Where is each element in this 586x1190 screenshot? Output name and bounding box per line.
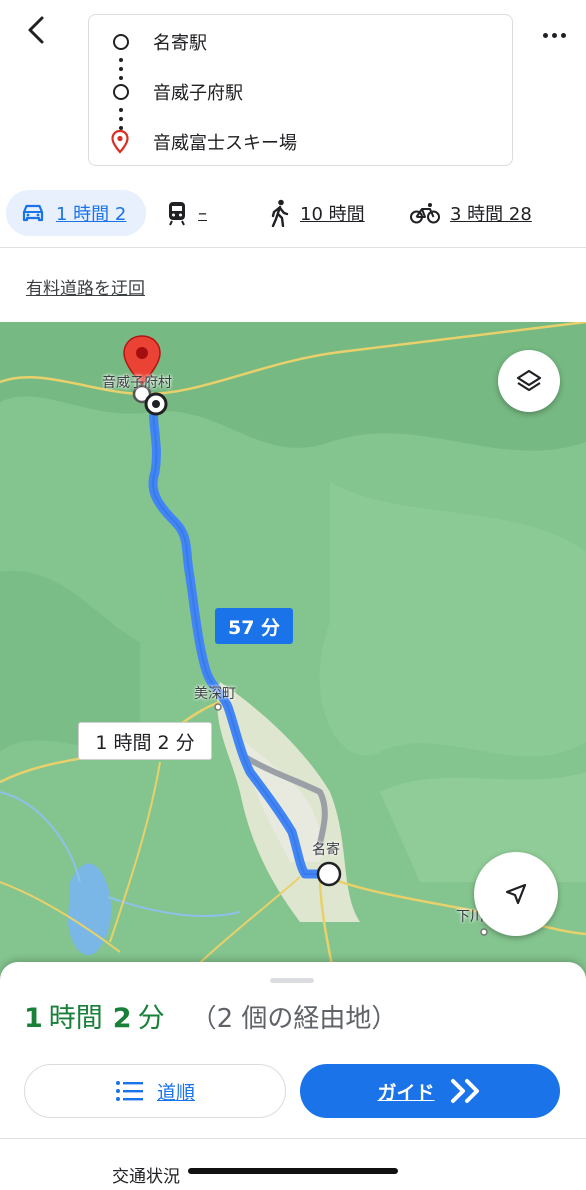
waypoint-stop[interactable]: 音威子府駅	[89, 72, 514, 112]
tab-transit[interactable]: –	[166, 190, 207, 236]
origin-circle-icon	[113, 34, 129, 50]
tab-transit-label: –	[198, 202, 207, 224]
car-icon	[22, 204, 44, 222]
trip-summary: 1 時間 2 分 （2 個の経由地）	[24, 996, 397, 1036]
route-stops-box[interactable]: 名寄駅 音威子府駅 音威富士スキー場	[88, 14, 513, 166]
summary-via-stops: （2 個の経由地）	[190, 1004, 398, 1034]
avoid-tolls-link[interactable]: 有料道路を迂回	[26, 274, 145, 299]
chevron-left-icon	[28, 16, 44, 44]
directions-header: 名寄駅 音威子府駅 音威富士スキー場	[0, 0, 586, 170]
summary-minutes: 2	[112, 1003, 132, 1034]
map-label-bifuka: 美深町	[194, 686, 236, 702]
navigation-button[interactable]	[474, 852, 558, 936]
waypoint-label: 音威子府駅	[153, 83, 243, 104]
train-icon	[169, 202, 185, 226]
route-summary-sheet[interactable]: 1 時間 2 分 （2 個の経由地） 道順 ガイド 交通状況	[0, 962, 586, 1190]
guide-button-label: ガイド	[377, 1081, 435, 1104]
tab-car[interactable]: 1 時間 2	[6, 190, 146, 236]
traffic-label[interactable]: 交通状況	[112, 1162, 180, 1187]
sheet-divider	[0, 1138, 586, 1139]
route-time-primary[interactable]: 57 分	[215, 608, 293, 644]
summary-hours: 1	[24, 1003, 43, 1034]
more-horizontal-icon	[542, 32, 548, 38]
layers-icon	[516, 369, 542, 392]
navigation-arrow-icon	[505, 883, 527, 905]
double-chevron-right-icon	[450, 1079, 479, 1103]
tab-walk[interactable]: 10 時間	[268, 190, 365, 236]
summary-hours-unit: 時間	[48, 1003, 103, 1034]
destination-pin-icon	[111, 130, 129, 154]
summary-minutes-unit: 分	[137, 1003, 165, 1034]
tabs-divider	[0, 247, 586, 248]
origin-label: 名寄駅	[153, 33, 207, 54]
waypoint-circle-icon	[113, 84, 129, 100]
map-label-otoineppu: 音威子府村	[102, 375, 172, 391]
drag-handle[interactable]	[270, 978, 314, 983]
guide-button[interactable]: ガイド	[300, 1064, 560, 1118]
list-icon	[115, 1081, 143, 1101]
destination-label: 音威富士スキー場	[153, 133, 297, 154]
map-label-nayoro: 名寄	[312, 842, 340, 858]
walk-icon	[271, 199, 289, 227]
tab-walk-label: 10 時間	[300, 204, 365, 225]
back-button[interactable]	[16, 10, 56, 50]
steps-button[interactable]: 道順	[24, 1064, 286, 1118]
home-indicator[interactable]	[188, 1168, 398, 1174]
travel-mode-tabs: 1 時間 2 – 10 時間 3 時間 28	[0, 190, 586, 240]
steps-button-label: 道順	[156, 1081, 195, 1104]
tab-car-label: 1 時間 2	[56, 204, 127, 225]
tab-bike-label: 3 時間 28	[450, 204, 532, 225]
layers-button[interactable]	[498, 350, 560, 412]
tab-bike[interactable]: 3 時間 28	[410, 190, 532, 236]
route-time-alternate[interactable]: 1 時間 2 分	[78, 722, 212, 760]
origin-stop[interactable]: 名寄駅	[89, 22, 514, 62]
bike-icon	[410, 203, 440, 224]
more-options-button[interactable]	[532, 20, 576, 50]
destination-stop[interactable]: 音威富士スキー場	[89, 122, 514, 162]
